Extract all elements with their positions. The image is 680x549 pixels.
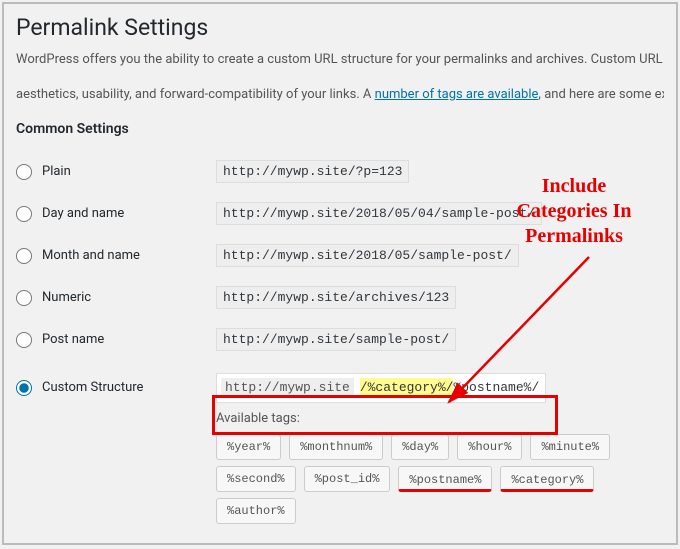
label-day-name: Day and name (42, 206, 124, 221)
radio-month-name[interactable] (16, 248, 32, 264)
option-post-name[interactable]: Post name http://mywp.site/sample-post/ (16, 319, 664, 361)
label-month-name: Month and name (42, 248, 140, 263)
custom-value-highlight: /%category%/ (360, 378, 454, 397)
tag-monthnum[interactable]: %monthnum% (289, 434, 383, 460)
annotation-callout: Include Categories In Permalinks (494, 174, 654, 249)
tag-minute[interactable]: %minute% (530, 434, 610, 460)
label-plain: Plain (42, 164, 71, 179)
intro-text: aesthetics, usability, and forward-compa… (16, 87, 375, 102)
common-settings-heading: Common Settings (16, 121, 664, 137)
tags-help-link[interactable]: number of tags are available (375, 87, 539, 102)
radio-numeric[interactable] (16, 290, 32, 306)
example-plain: http://mywp.site/?p=123 (216, 160, 409, 183)
tag-post-id[interactable]: %post_id% (304, 466, 391, 492)
radio-plain[interactable] (16, 164, 32, 180)
label-post-name: Post name (42, 332, 104, 347)
intro-line2: aesthetics, usability, and forward-compa… (16, 86, 664, 105)
example-post-name: http://mywp.site/sample-post/ (216, 328, 456, 351)
custom-value-rest: %postname%/ (453, 380, 539, 395)
example-numeric: http://mywp.site/archives/123 (216, 286, 456, 309)
tag-day[interactable]: %day% (391, 434, 449, 460)
intro-line1: WordPress offers you the ability to crea… (16, 51, 664, 70)
radio-custom[interactable] (16, 380, 32, 396)
available-tags: %year% %monthnum% %day% %hour% %minute% … (216, 434, 646, 524)
page-title: Permalink Settings (16, 14, 664, 41)
label-numeric: Numeric (42, 290, 91, 305)
radio-post-name[interactable] (16, 332, 32, 348)
tag-category[interactable]: %category% (500, 466, 594, 492)
option-numeric[interactable]: Numeric http://mywp.site/archives/123 (16, 277, 664, 319)
custom-prefix: http://mywp.site (221, 378, 354, 397)
available-tags-label: Available tags: (216, 411, 664, 426)
tag-year[interactable]: %year% (216, 434, 281, 460)
radio-day-name[interactable] (16, 206, 32, 222)
label-custom: Custom Structure (42, 380, 143, 395)
custom-structure-field[interactable]: http://mywp.site /%category%/%postname%/ (216, 373, 546, 403)
tag-hour[interactable]: %hour% (457, 434, 522, 460)
tag-second[interactable]: %second% (216, 466, 296, 492)
example-month-name: http://mywp.site/2018/05/sample-post/ (216, 244, 519, 267)
option-custom[interactable]: Custom Structure http://mywp.site /%cate… (16, 367, 664, 409)
tag-author[interactable]: %author% (216, 498, 296, 524)
tag-postname[interactable]: %postname% (398, 466, 492, 492)
intro-text2: , and here are some examples to get y (538, 87, 664, 102)
